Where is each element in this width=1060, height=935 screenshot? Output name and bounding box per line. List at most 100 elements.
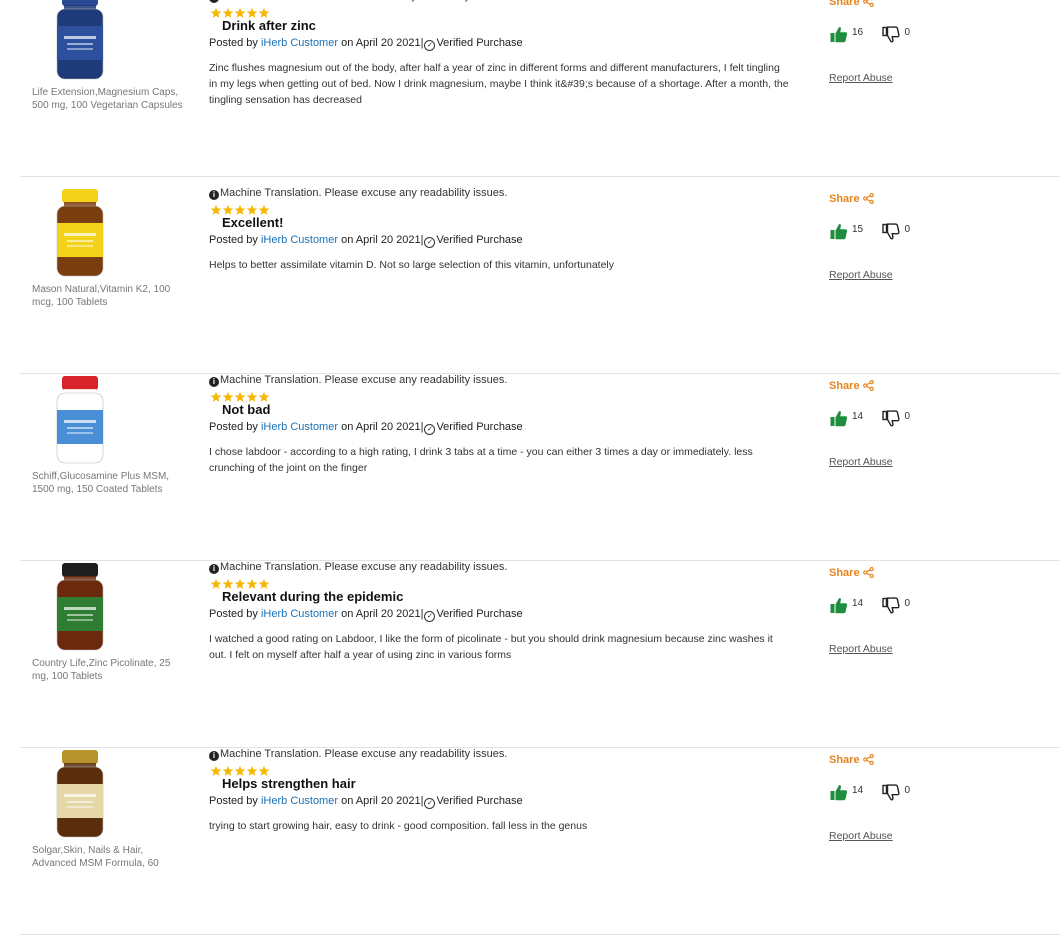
star-icon [222,7,234,18]
star-icon [222,578,234,589]
helpful-count: 16 [852,27,864,38]
helpful-button[interactable]: 14 [830,410,878,428]
helpful-button[interactable]: 14 [830,784,878,802]
product-image[interactable] [32,0,192,86]
unhelpful-button[interactable]: 0 [882,410,930,428]
verified-icon: ✓ [424,40,436,51]
report-abuse-link[interactable]: Report Abuse [829,269,893,281]
review-title: Not bad [222,402,271,417]
star-icon [210,204,222,215]
star-icon [246,391,258,402]
review-date: on April 20 2021 [341,234,421,246]
review-date: on April 20 2021 [341,795,421,807]
unhelpful-button[interactable]: 0 [882,597,930,615]
review-date: on April 20 2021 [341,608,421,620]
report-abuse-link[interactable]: Report Abuse [829,456,893,468]
helpful-count: 14 [852,785,864,796]
star-icon [258,578,270,589]
star-icon [222,204,234,215]
review-title: Relevant during the epidemic [222,589,404,604]
review-text: Zinc flushes magnesium out of the body, … [209,62,789,106]
star-icon [258,7,270,18]
product-name[interactable]: Schiff,Glucosamine Plus MSM, 1500 mg, 15… [32,470,188,496]
vote-controls: 14 0 [830,597,930,620]
info-icon: i [209,751,219,761]
machine-translation-notice: iMachine Translation. Please excuse any … [209,748,507,761]
verified-icon: ✓ [424,424,436,435]
verified-badge: Verified Purchase [436,795,523,807]
star-icon [246,578,258,589]
thumbs-down-icon [882,784,901,801]
vote-controls: 14 0 [830,410,930,433]
unhelpful-count: 0 [904,598,911,609]
star-icon [258,391,270,402]
share-icon [862,753,874,766]
product-image[interactable] [32,748,192,844]
review-card: Schiff,Glucosamine Plus MSM, 1500 mg, 15… [20,374,1060,561]
share-icon [862,566,874,579]
star-icon [246,765,258,776]
unhelpful-count: 0 [904,411,911,422]
share-button[interactable]: Share [829,379,874,392]
unhelpful-button[interactable]: 0 [882,26,930,44]
helpful-count: 14 [852,411,864,422]
verified-icon: ✓ [424,798,436,809]
report-abuse-link[interactable]: Report Abuse [829,643,893,655]
product-image[interactable] [32,561,192,657]
author-link[interactable]: iHerb Customer [261,608,338,620]
star-rating [210,577,270,589]
share-icon [862,379,874,392]
share-button[interactable]: Share [829,753,874,766]
report-abuse-link[interactable]: Report Abuse [829,72,893,84]
author-link[interactable]: iHerb Customer [261,421,338,433]
thumbs-up-icon [830,411,848,427]
review-card: Country Life,Zinc Picolinate, 25 mg, 100… [20,561,1060,748]
info-icon: i [209,0,219,3]
share-button[interactable]: Share [829,0,874,8]
verified-badge: Verified Purchase [436,234,523,246]
product-image[interactable] [32,187,192,283]
author-link[interactable]: iHerb Customer [261,234,338,246]
verified-badge: Verified Purchase [436,421,523,433]
star-icon [210,578,222,589]
product-name[interactable]: Solgar,Skin, Nails & Hair, Advanced MSM … [32,844,188,870]
review-meta: Posted by iHerb Customer on April 20 202… [209,608,523,622]
unhelpful-count: 0 [904,785,911,796]
thumbs-up-icon [830,785,848,801]
share-icon [862,192,874,205]
product-image[interactable] [32,374,192,470]
review-date: on April 20 2021 [341,37,421,49]
review-divider [20,176,1060,177]
helpful-button[interactable]: 16 [830,26,878,44]
author-link[interactable]: iHerb Customer [261,37,338,49]
product-name[interactable]: Country Life,Zinc Picolinate, 25 mg, 100… [32,657,188,683]
product-bottle-icon [56,750,104,838]
info-icon: i [209,377,219,387]
product-bottle-icon [56,563,104,651]
helpful-button[interactable]: 15 [830,223,878,241]
machine-translation-notice: iMachine Translation. Please excuse any … [209,0,507,3]
report-abuse-link[interactable]: Report Abuse [829,830,893,842]
helpful-button[interactable]: 14 [830,597,878,615]
product-name[interactable]: Life Extension,Magnesium Caps, 500 mg, 1… [32,86,188,112]
product-name[interactable]: Mason Natural,Vitamin K2, 100 mcg, 100 T… [32,283,188,309]
machine-translation-notice: iMachine Translation. Please excuse any … [209,187,507,200]
share-button[interactable]: Share [829,566,874,579]
star-rating [210,390,270,402]
thumbs-down-icon [882,26,901,43]
verified-icon: ✓ [424,237,436,248]
share-button[interactable]: Share [829,192,874,205]
star-icon [210,7,222,18]
review-text: I chose labdoor - according to a high ra… [209,446,753,474]
thumbs-down-icon [882,597,901,614]
review-card: Solgar,Skin, Nails & Hair, Advanced MSM … [20,748,1060,935]
thumbs-up-icon [830,598,848,614]
product-bottle-icon [56,376,104,464]
star-icon [222,765,234,776]
author-link[interactable]: iHerb Customer [261,795,338,807]
unhelpful-button[interactable]: 0 [882,784,930,802]
helpful-count: 14 [852,598,864,609]
unhelpful-button[interactable]: 0 [882,223,930,241]
review-meta: Posted by iHerb Customer on April 20 202… [209,37,523,51]
review-text: trying to start growing hair, easy to dr… [209,820,588,832]
